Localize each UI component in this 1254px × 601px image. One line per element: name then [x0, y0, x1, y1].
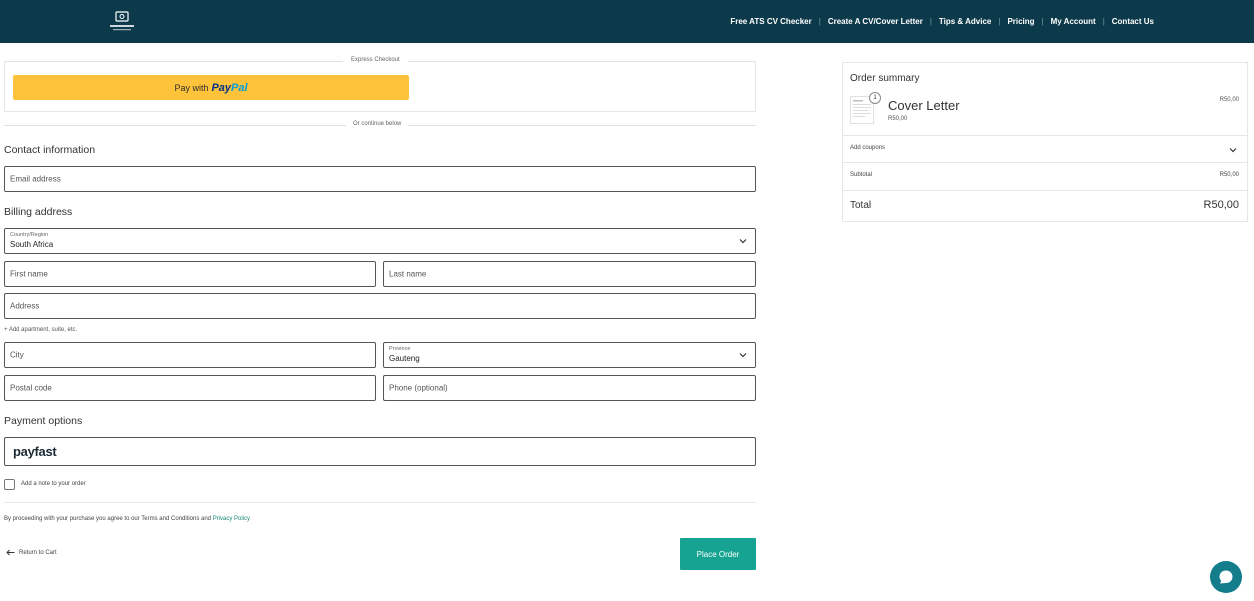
chat-icon — [1219, 570, 1233, 584]
chevron-down-icon[interactable] — [1229, 147, 1237, 153]
order-summary-title: Order summary — [850, 73, 920, 84]
summary-divider — [843, 135, 1247, 136]
first-name-field[interactable]: First name — [4, 261, 376, 287]
nav-my-account[interactable]: My Account — [1051, 17, 1096, 26]
postal-code-field[interactable]: Postal code — [4, 375, 376, 401]
email-placeholder: Email address — [10, 174, 61, 184]
place-order-button[interactable]: Place Order — [680, 538, 756, 570]
add-apartment-link[interactable]: + Add apartment, suite, etc. — [4, 327, 77, 333]
nav-pricing[interactable]: Pricing — [1007, 17, 1034, 26]
payment-options-title: Payment options — [4, 415, 83, 427]
nav-free-ats-cv-checker[interactable]: Free ATS CV Checker — [730, 17, 811, 26]
nav-separator: | — [929, 17, 932, 26]
billing-address-title: Billing address — [4, 206, 73, 218]
province-select[interactable]: Province Gauteng — [383, 342, 756, 368]
payfast-payment-option[interactable]: payfast — [4, 437, 756, 466]
payfast-logo: payfast — [13, 444, 57, 459]
first-name-placeholder: First name — [10, 269, 48, 279]
nav-contact-us[interactable]: Contact Us — [1112, 17, 1154, 26]
country-label: Country/Region — [10, 232, 49, 238]
postal-code-placeholder: Postal code — [10, 383, 52, 393]
continue-below-label: Or continue below — [346, 121, 409, 127]
arrow-left-icon — [6, 549, 15, 556]
nav-separator: | — [1041, 17, 1044, 26]
add-note-label[interactable]: Add a note to your order — [21, 481, 86, 487]
nav-create-cv-cover-letter[interactable]: Create A CV/Cover Letter — [828, 17, 923, 26]
chat-button[interactable] — [1210, 561, 1242, 593]
country-value: South Africa — [10, 240, 54, 249]
paypal-logo-part2: Pal — [231, 81, 248, 94]
subtotal-label: Subtotal — [850, 172, 873, 178]
city-field[interactable]: City — [4, 342, 376, 368]
phone-placeholder: Phone (optional) — [389, 383, 448, 393]
top-navigation-bar: Free ATS CV Checker | Create A CV/Cover … — [0, 0, 1254, 43]
last-name-field[interactable]: Last name — [383, 261, 756, 287]
country-select[interactable]: Country/Region South Africa — [4, 228, 756, 254]
privacy-policy-link[interactable]: Privacy Policy — [213, 516, 250, 522]
main-nav: Free ATS CV Checker | Create A CV/Cover … — [730, 0, 1154, 43]
last-name-placeholder: Last name — [389, 269, 427, 279]
nav-separator: | — [998, 17, 1001, 26]
return-to-cart-label: Return to Cart — [19, 549, 57, 556]
subtotal-value: R50,00 — [1219, 172, 1239, 178]
phone-field[interactable]: Phone (optional) — [383, 375, 756, 401]
province-label: Province — [389, 346, 411, 352]
terms-text: By proceeding with your purchase you agr… — [4, 516, 250, 522]
email-field[interactable]: Email address — [4, 166, 756, 192]
add-note-checkbox[interactable] — [4, 479, 15, 490]
city-placeholder: City — [10, 350, 24, 360]
address-placeholder: Address — [10, 301, 40, 311]
contact-information-title: Contact information — [4, 144, 96, 156]
summary-divider — [843, 162, 1247, 163]
paypal-button[interactable]: Pay with Pay Pal — [13, 75, 409, 100]
summary-divider — [843, 190, 1247, 191]
site-logo-icon[interactable] — [106, 9, 138, 33]
province-value: Gauteng — [389, 354, 420, 363]
item-quantity-badge: 1 — [869, 92, 881, 104]
item-unit-price: R50,00 — [888, 116, 908, 122]
nav-separator: | — [818, 17, 821, 26]
paypal-prefix: Pay with — [174, 82, 209, 93]
add-coupons-toggle[interactable]: Add coupons — [850, 145, 885, 151]
item-name: Cover Letter — [888, 98, 960, 113]
chevron-down-icon — [739, 353, 747, 358]
total-label: Total — [850, 200, 872, 211]
nav-tips-advice[interactable]: Tips & Advice — [939, 17, 991, 26]
nav-separator: | — [1102, 17, 1105, 26]
address-field[interactable]: Address — [4, 293, 756, 319]
terms-body: By proceeding with your purchase you agr… — [4, 516, 213, 522]
chevron-down-icon — [739, 239, 747, 244]
item-line-price: R50,00 — [1219, 97, 1239, 103]
order-summary-panel — [842, 62, 1248, 222]
terms-divider — [4, 502, 756, 503]
return-to-cart-link[interactable]: Return to Cart — [6, 549, 57, 556]
total-value: R50,00 — [1203, 199, 1239, 211]
express-checkout-label: Express Checkout — [343, 57, 408, 63]
paypal-logo-part1: Pay — [211, 81, 232, 94]
